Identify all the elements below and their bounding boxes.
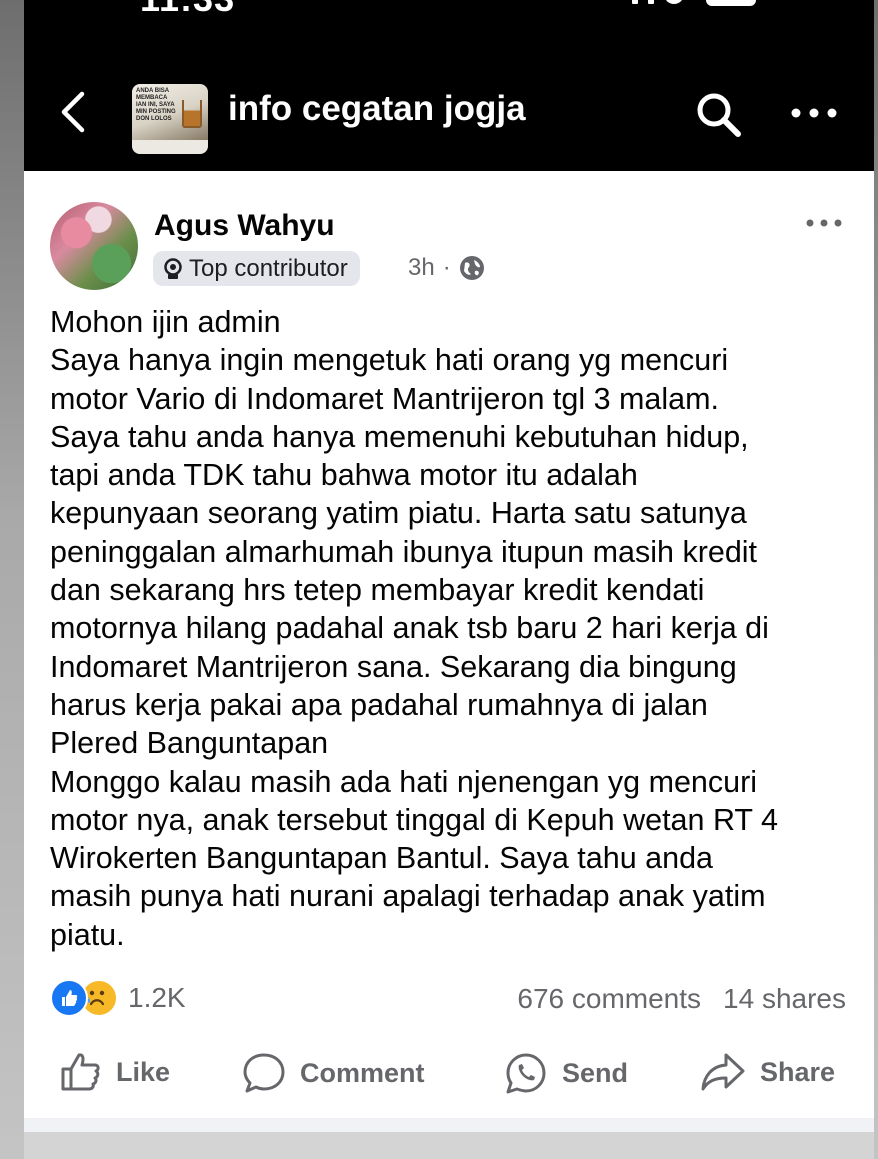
send-button[interactable]: Send [504, 1051, 628, 1095]
top-contributor-badge[interactable]: Top contributor [153, 251, 360, 286]
status-time: 11:33 [140, 0, 235, 20]
thumbnail-caption: ANDA BISA MEMBACA IAN INI, SAYA MIN POST… [136, 88, 176, 122]
like-reaction-icon [50, 979, 88, 1017]
like-button[interactable]: Like [60, 1051, 170, 1093]
comment-button[interactable]: Comment [242, 1051, 425, 1095]
status-icons [632, 0, 756, 6]
badge-icon [164, 257, 182, 279]
wifi-icon [664, 0, 684, 4]
signal-bar-icon [648, 0, 654, 4]
comment-label: Comment [300, 1057, 425, 1088]
author-name[interactable]: Agus Wahyu [154, 209, 335, 243]
battery-icon [706, 0, 756, 6]
next-card-edge [24, 1132, 874, 1159]
shares-count[interactable]: 14 shares [723, 983, 846, 1015]
glass-illustration [182, 100, 202, 128]
badge-label: Top contributor [189, 254, 348, 282]
signal-icon [632, 0, 638, 4]
whatsapp-icon [506, 1053, 546, 1094]
reaction-count: 1.2K [128, 982, 186, 1013]
post-time[interactable]: 3h [408, 254, 435, 282]
thumbnail-footer [132, 140, 208, 154]
avatar[interactable] [50, 202, 138, 290]
like-label: Like [116, 1056, 171, 1087]
comment-icon [243, 1053, 285, 1093]
share-icon [701, 1053, 745, 1091]
back-button[interactable] [54, 90, 98, 134]
status-bar: 11:33 [24, 0, 874, 22]
comments-count[interactable]: 676 comments [517, 983, 701, 1015]
phone-screen: 11:33 ANDA BISA MEMBACA IAN INI, SAYA MI… [24, 0, 874, 1159]
thumbs-up-icon [61, 1053, 100, 1091]
more-horizontal-icon [806, 219, 842, 227]
share-label: Share [760, 1056, 836, 1087]
chevron-left-icon [61, 91, 85, 133]
group-name[interactable]: info cegatan jogja [228, 89, 526, 129]
more-horizontal-icon [791, 108, 837, 118]
more-button[interactable] [788, 98, 840, 128]
meta-separator: · [442, 254, 451, 281]
post-options-button[interactable] [804, 214, 844, 232]
group-thumbnail[interactable]: ANDA BISA MEMBACA IAN INI, SAYA MIN POST… [132, 84, 208, 154]
post-body: Mohon ijin admin Saya hanya ingin menget… [50, 305, 778, 952]
reaction-summary[interactable]: 1.2K [50, 979, 186, 1017]
search-button[interactable] [694, 90, 744, 140]
share-button[interactable]: Share [700, 1051, 835, 1093]
post-actions: Like Comment Send Share [24, 1051, 874, 1101]
post-card: Agus Wahyu Top contributor 3h · Mohon ij… [24, 171, 874, 1118]
search-icon [697, 93, 741, 137]
card-divider [24, 1118, 874, 1132]
group-header: ANDA BISA MEMBACA IAN INI, SAYA MIN POST… [24, 62, 874, 162]
post-meta: 3h · [408, 254, 485, 282]
globe-icon [459, 256, 484, 280]
engagement-counts: 676 comments 14 shares [517, 983, 846, 1015]
send-label: Send [562, 1057, 629, 1088]
